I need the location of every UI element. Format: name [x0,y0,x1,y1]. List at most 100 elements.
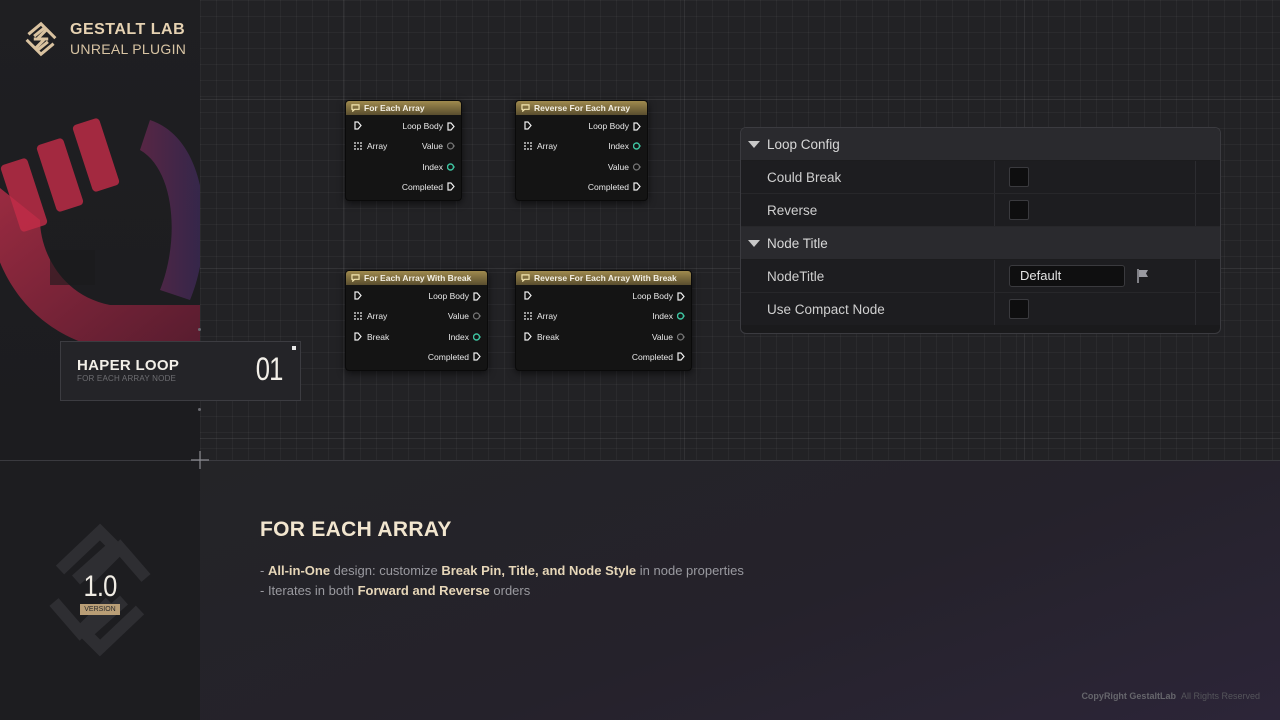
pin-label: Value [651,331,673,342]
category-loop-config[interactable]: Loop Config [741,128,1220,161]
exec-pin-icon[interactable] [524,291,532,300]
property-label: Could Break [741,161,995,193]
node-title-input[interactable]: Default [1009,265,1125,287]
grid-line [343,0,344,460]
exec-pin-icon[interactable] [354,291,362,300]
node-header[interactable]: For Each Array With Break [346,271,487,285]
grid-line [684,0,685,460]
feature-bullet: - Iterates in both Forward and Reverse o… [260,583,531,598]
category-label: Node Title [767,235,828,251]
grid-line [200,438,1280,439]
pin-label: Break [537,331,560,342]
node-title: For Each Array With Break [364,273,472,283]
expand-arrow-icon[interactable] [748,240,760,247]
node-title: Reverse For Each Array [534,103,631,113]
version-number: 1.0 [83,570,118,603]
exec-pin-icon[interactable] [354,121,362,130]
details-panel: Loop Config Could Break Reverse Node Tit… [740,127,1221,334]
pin-label: Index [652,311,673,322]
property-could-break: Could Break [741,161,1220,194]
pin-label: Value [447,311,469,322]
index-pin-icon[interactable] [677,312,685,320]
decor-dot [198,408,201,411]
use-compact-node-checkbox[interactable] [1009,299,1029,319]
category-label: Loop Config [767,136,840,152]
exec-pin-icon[interactable] [447,121,455,131]
loop-icon [521,104,530,112]
exec-pin-icon[interactable] [677,291,685,301]
node-reverse-for-each-array-with-break[interactable]: Reverse For Each Array With Break Loop B… [515,270,692,371]
value-pin-icon[interactable] [677,332,685,341]
index-pin-icon[interactable] [633,142,641,150]
value-pin-icon[interactable] [473,312,481,320]
node-header[interactable]: For Each Array [346,101,461,115]
property-node-title: NodeTitle Default [741,260,1220,293]
array-pin-icon[interactable] [354,142,362,151]
node-reverse-for-each-array[interactable]: Reverse For Each Array Loop Body Array I… [515,100,648,201]
loop-icon [351,274,360,282]
pin-label: Array [537,141,558,152]
expand-arrow-icon[interactable] [748,141,760,148]
node-title-card: HAPER LOOP FOR EACH ARRAY NODE 01 [60,341,301,401]
exec-pin-icon[interactable] [354,332,362,341]
card-subtitle: FOR EACH ARRAY NODE [77,374,177,383]
exec-pin-icon[interactable] [473,291,481,301]
index-pin-icon[interactable] [447,162,455,171]
pin-label: Loop Body [402,121,443,131]
pin-label: Loop Body [632,291,673,301]
value-pin-icon[interactable] [633,162,641,171]
node-for-each-array-with-break[interactable]: For Each Array With Break Loop Body Arra… [345,270,488,371]
property-reverse: Reverse [741,194,1220,227]
pin-label: Completed [587,181,629,192]
array-pin-icon[interactable] [354,312,362,321]
pin-label: Array [367,141,388,152]
category-node-title[interactable]: Node Title [741,227,1220,260]
pin-label: Index [608,141,629,152]
node-title: For Each Array [364,103,425,113]
could-break-checkbox[interactable] [1009,167,1029,187]
reverse-checkbox[interactable] [1009,200,1029,220]
pin-label: Loop Body [428,291,469,301]
pin-label: Array [537,311,558,322]
value-pin-icon[interactable] [447,142,455,150]
feature-bullet: - All-in-One design: customize Break Pin… [260,563,744,578]
node-header[interactable]: Reverse For Each Array [516,101,647,115]
exec-pin-icon[interactable] [524,332,532,341]
node-header[interactable]: Reverse For Each Array With Break [516,271,691,285]
exec-pin-icon[interactable] [677,352,685,361]
array-pin-icon[interactable] [524,142,532,151]
exec-pin-icon[interactable] [524,121,532,130]
exec-pin-icon[interactable] [447,182,455,191]
exec-pin-icon[interactable] [633,121,641,131]
gestalt-logo-icon [25,21,57,57]
decor-dot [198,328,201,331]
exec-pin-icon[interactable] [633,182,641,191]
brand: GESTALT LAB UNREAL PLUGIN [22,20,186,58]
loop-icon [351,104,360,112]
plus-cross-icon [191,451,209,469]
index-pin-icon[interactable] [473,332,481,341]
brand-name: GESTALT LAB [70,21,186,38]
exec-pin-icon[interactable] [473,352,481,361]
copyright: CopyRight GestaltLab All Rights Reserved [1081,691,1260,701]
pin-label: Index [422,161,443,172]
card-number: 01 [256,351,284,387]
pin-label: Index [448,331,469,342]
pin-label: Array [367,311,388,322]
pin-label: Completed [427,351,469,362]
corner-dot [292,346,296,350]
section-title: FOR EACH ARRAY [260,518,452,541]
pin-label: Value [421,141,443,152]
node-for-each-array[interactable]: For Each Array Loop Body Array Value Ind… [345,100,462,201]
pin-label: Break [367,331,390,342]
pin-label: Loop Body [588,121,629,131]
brand-subtitle: UNREAL PLUGIN [70,41,187,57]
pin-label: Completed [401,181,443,192]
node-title: Reverse For Each Array With Break [534,273,677,283]
array-pin-icon[interactable] [524,312,532,321]
card-title: HAPER LOOP [77,357,180,374]
pin-label: Value [607,161,629,172]
loop-hero-icon [0,118,200,350]
property-label: Reverse [741,194,995,226]
localization-flag-icon[interactable] [1135,268,1151,284]
